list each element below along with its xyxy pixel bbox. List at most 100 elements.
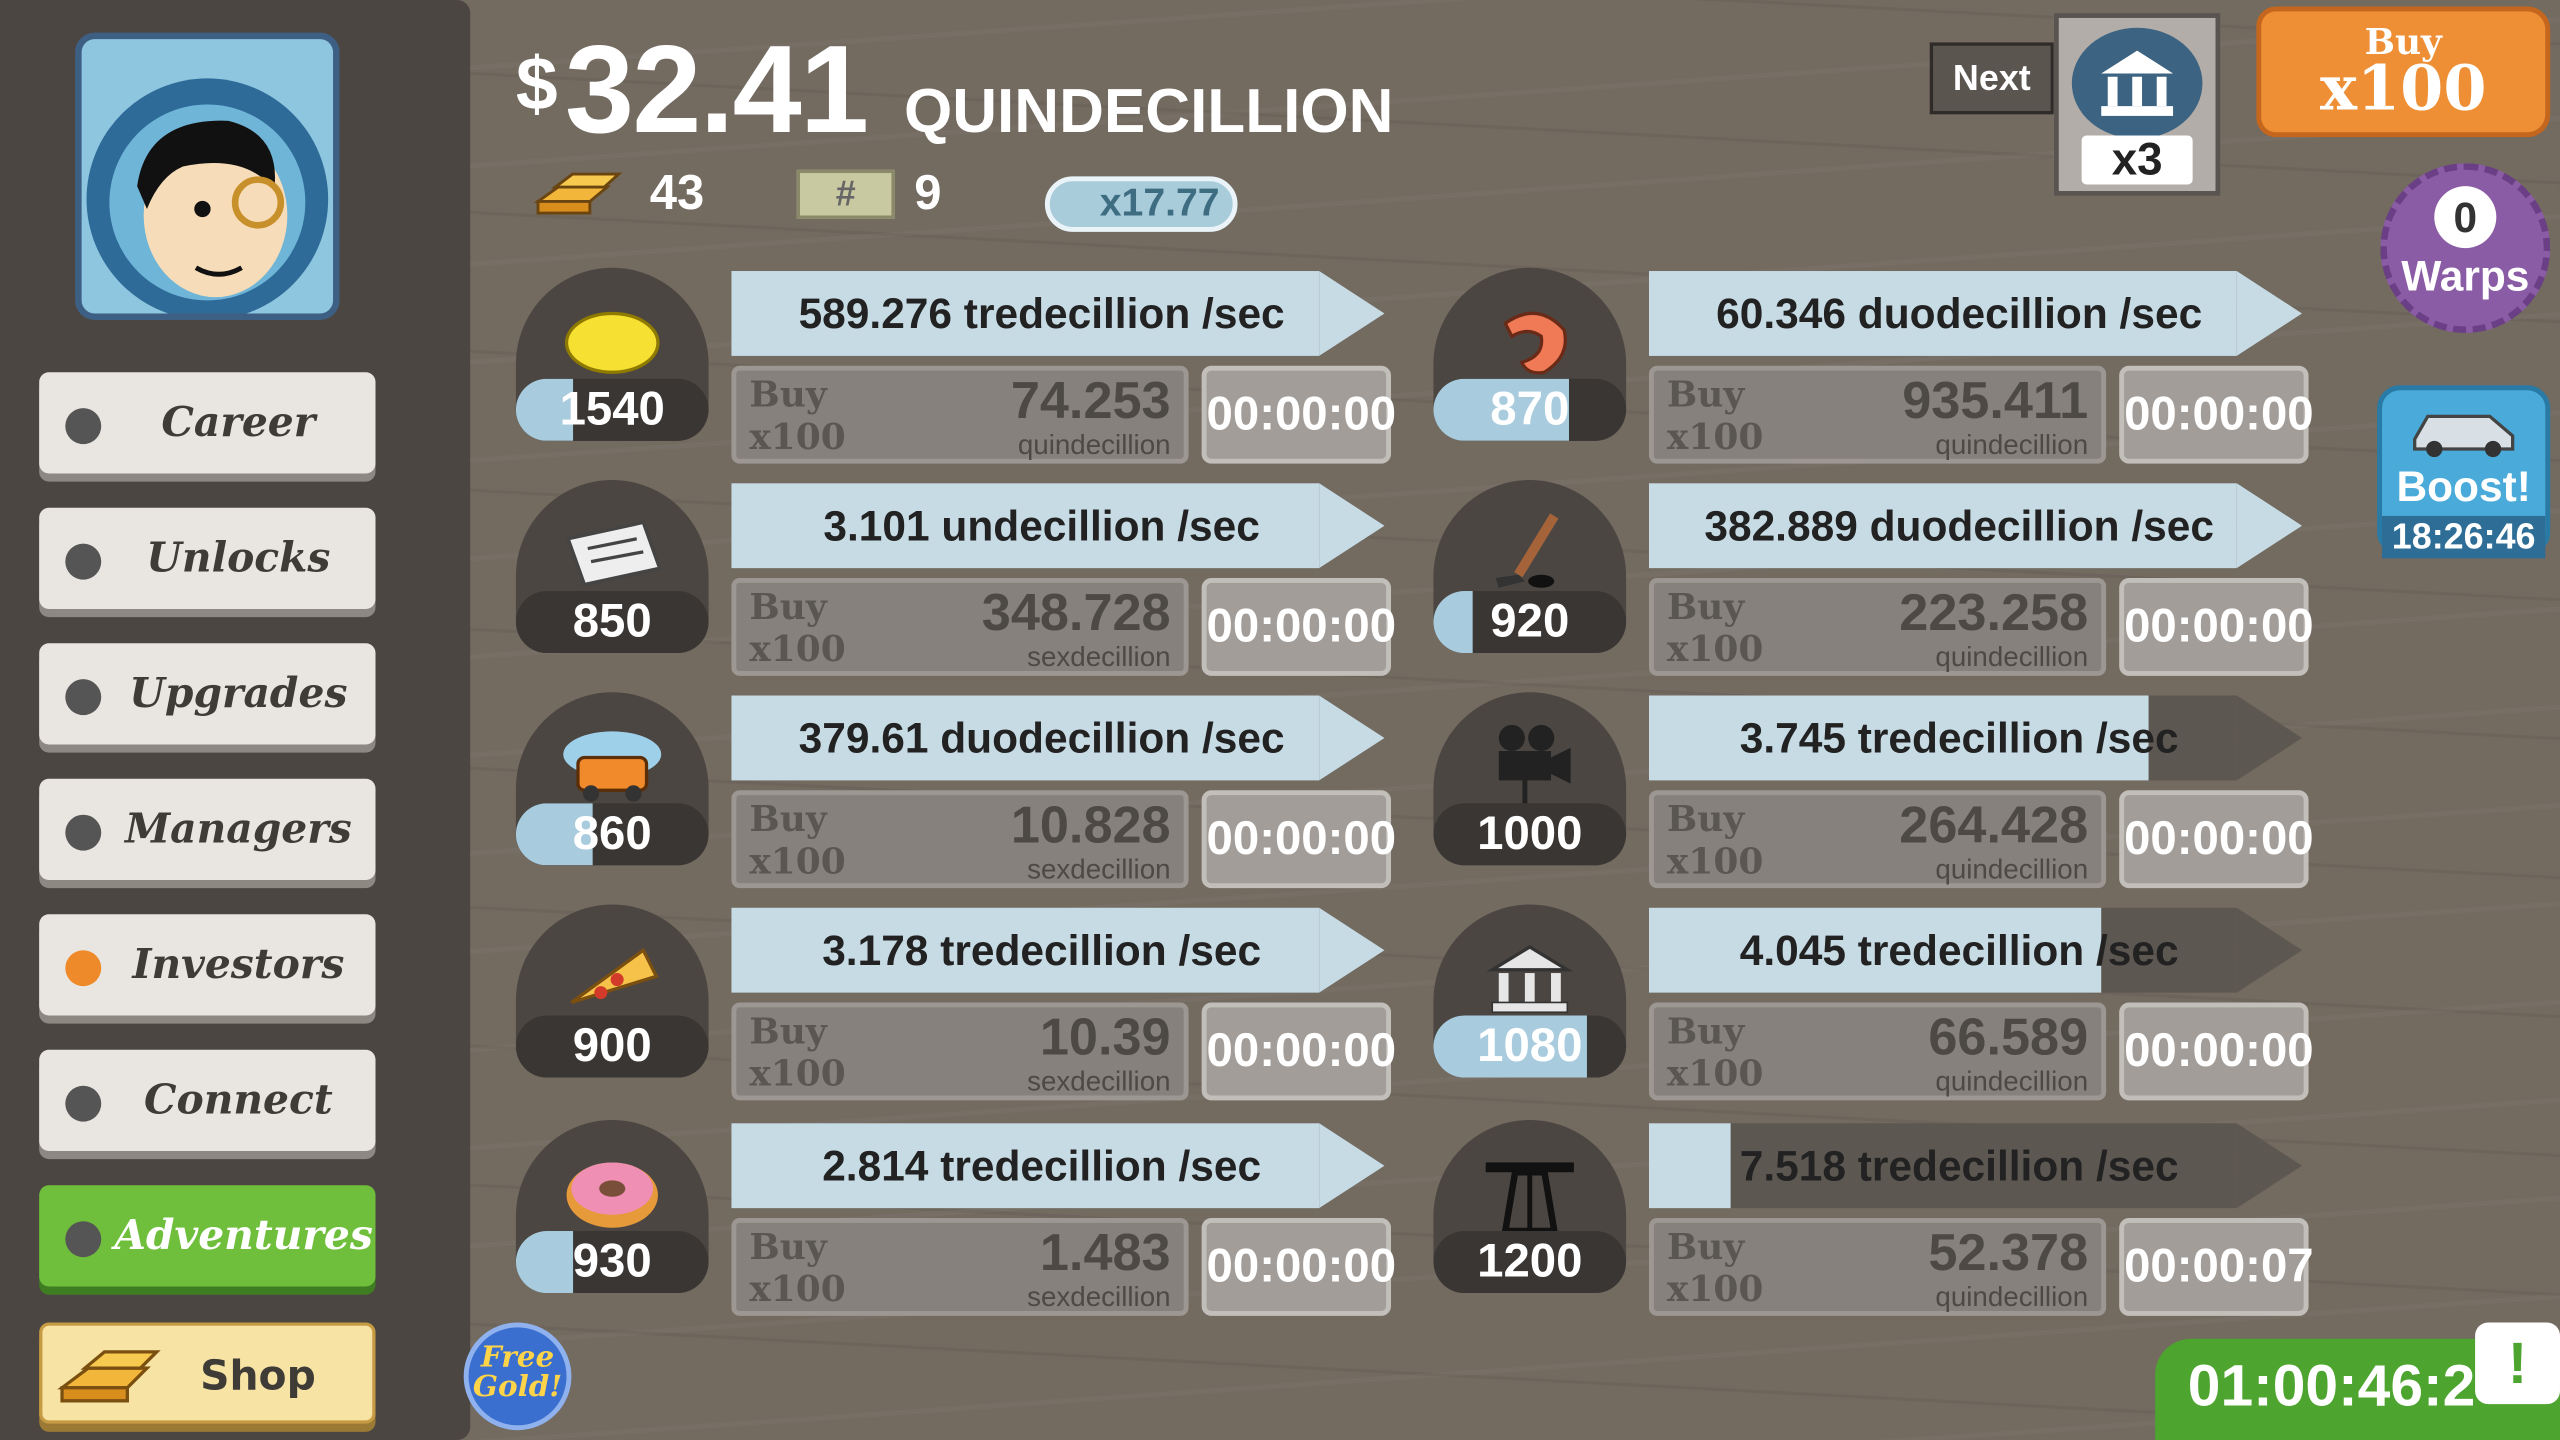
profit-progress-bar[interactable]: 2.814 tredecillion /sec: [731, 1123, 1391, 1209]
hockey-icon: [1495, 513, 1559, 588]
business-timer: 00:00:07: [2119, 1217, 2314, 1316]
next-unlock-card[interactable]: x3: [2053, 13, 2221, 196]
buy-business-button[interactable]: Buy x100 52.378 quindecillion: [1648, 1217, 2107, 1316]
business-row-car-wash: 860 379.61 duodecillion /sec Buy x100 10…: [513, 692, 1396, 889]
buy-cost-unit: sexdecillion: [1027, 1281, 1171, 1313]
owned-count: 1000: [1477, 808, 1583, 861]
buy-business-button[interactable]: Buy x100 348.728 sexdecillion: [731, 577, 1189, 676]
profit-progress-bar[interactable]: 382.889 duodecillion /sec: [1648, 483, 2309, 569]
business-timer: 00:00:00: [2119, 1002, 2314, 1101]
buy-business-button[interactable]: Buy x100 10.39 sexdecillion: [731, 1002, 1189, 1101]
angel-multiplier-value: x17.77: [1099, 181, 1220, 226]
sidebar-item-adventures[interactable]: Adventures: [39, 1185, 376, 1287]
sidebar-item-label: Investors: [132, 940, 345, 988]
business-icon-button[interactable]: 860: [515, 692, 709, 866]
owned-count-pill: 930: [515, 1231, 709, 1294]
sidebar-item-career[interactable]: Career: [39, 372, 376, 474]
buy-word: Buy: [1666, 798, 1745, 841]
sidebar-item-label: Shop: [200, 1351, 316, 1400]
buy-word: Buy: [1666, 373, 1745, 417]
profit-progress-bar[interactable]: 589.276 tredecillion /sec: [731, 271, 1391, 356]
bank-icon: [1486, 945, 1574, 1014]
buy-amount: x100: [1666, 840, 1764, 884]
warps-button[interactable]: 0 Warps: [2380, 163, 2551, 334]
profit-progress-bar[interactable]: 3.745 tredecillion /sec: [1648, 695, 2309, 781]
business-icon-button[interactable]: 850: [515, 479, 709, 654]
buy-cost: 66.589: [1928, 1007, 2089, 1067]
profit-progress-bar[interactable]: 3.178 tredecillion /sec: [731, 907, 1391, 993]
business-icon-button[interactable]: 930: [515, 1119, 709, 1294]
buy-business-button[interactable]: Buy x100 264.428 quindecillion: [1648, 790, 2107, 889]
business-icon-button[interactable]: 870: [1433, 267, 1627, 441]
owned-count-pill: 1000: [1433, 803, 1627, 866]
profit-rate: 589.276 tredecillion /sec: [798, 288, 1285, 338]
buy-business-button[interactable]: Buy x100 66.589 quindecillion: [1648, 1002, 2107, 1101]
player-avatar[interactable]: [75, 32, 340, 320]
owned-count-pill: 920: [1433, 591, 1627, 654]
business-icon-button[interactable]: 920: [1433, 479, 1627, 654]
business-timer: 00:00:00: [2119, 577, 2314, 676]
buy-multiplier-button[interactable]: Buy x100: [2256, 6, 2551, 138]
sidebar-item-upgrades[interactable]: Upgrades: [39, 643, 376, 745]
angel-multiplier-badge[interactable]: x17.77: [1044, 176, 1238, 232]
buy-amount: x100: [749, 840, 846, 884]
owned-count: 930: [572, 1235, 652, 1289]
profit-rate: 60.346 duodecillion /sec: [1716, 288, 2203, 338]
buy-cost: 74.253: [1010, 370, 1171, 430]
sidebar-item-managers[interactable]: Managers: [39, 778, 376, 880]
profit-progress-bar[interactable]: 4.045 tredecillion /sec: [1648, 907, 2309, 993]
profit-rate: 382.889 duodecillion /sec: [1704, 501, 2214, 551]
business-icon-button[interactable]: 900: [515, 904, 709, 1078]
owned-count-pill: 1080: [1433, 1015, 1627, 1078]
buy-word: Buy: [1666, 586, 1745, 629]
sidebar-item-label: Connect: [143, 1075, 333, 1124]
currency-symbol: $: [515, 40, 558, 126]
buy-business-button[interactable]: Buy x100 223.258 quindecillion: [1648, 577, 2107, 676]
buy-cost-unit: quindecillion: [1935, 1281, 2089, 1313]
boost-button[interactable]: Boost! 18:26:46: [2377, 385, 2551, 559]
gold-bars-icon: [533, 172, 623, 215]
game-screen: Career Unlocks Upgrades Managers Investo…: [0, 0, 2560, 1440]
buy-business-button[interactable]: Buy x100 74.253 quindecillion: [731, 365, 1189, 464]
car-wash-icon: [563, 731, 662, 802]
buy-business-button[interactable]: Buy x100 1.483 sexdecillion: [731, 1217, 1189, 1316]
gold-bar-stat: 43: [532, 167, 704, 223]
sidebar-item-investors[interactable]: Investors: [39, 914, 376, 1016]
next-unlock-button[interactable]: Next: [1929, 42, 2054, 115]
sidebar-item-connect[interactable]: Connect: [39, 1049, 376, 1152]
owned-count-pill: 870: [1433, 378, 1627, 441]
buy-word: Buy: [749, 373, 827, 417]
sidebar-item-unlocks[interactable]: Unlocks: [39, 507, 376, 609]
buy-amount: x100: [1666, 628, 1764, 672]
buy-word: Buy: [749, 1010, 827, 1054]
business-icon-button[interactable]: 1200: [1433, 1119, 1627, 1294]
tv-alert-icon[interactable]: !: [2475, 1322, 2560, 1405]
money-amount: 32.41: [564, 21, 869, 160]
buy-business-button[interactable]: Buy x100 10.828 sexdecillion: [731, 790, 1189, 889]
next-label: Next: [1952, 57, 2031, 98]
free-gold-label-1: Free: [480, 1340, 555, 1375]
buy-word: Buy: [1666, 1226, 1745, 1269]
business-icon-button[interactable]: 1080: [1433, 904, 1627, 1078]
gold-bar-count: 43: [649, 166, 705, 221]
business-timer: 00:00:00: [1201, 790, 1396, 889]
free-gold-button[interactable]: Free Gold!: [463, 1322, 572, 1431]
profit-progress-bar[interactable]: 379.61 duodecillion /sec: [731, 695, 1391, 781]
profit-progress-bar[interactable]: 7.518 tredecillion /sec: [1648, 1123, 2309, 1209]
business-icon-button[interactable]: 1540: [515, 267, 709, 441]
buy-business-button[interactable]: Buy x100 935.411 quindecillion: [1648, 365, 2107, 464]
profit-progress-bar[interactable]: 3.101 undecillion /sec: [731, 483, 1391, 569]
business-icon-button[interactable]: 1000: [1433, 692, 1627, 866]
business-row-newspaper: 850 3.101 undecillion /sec Buy x100 348.…: [513, 479, 1396, 676]
profit-progress-bar[interactable]: 60.346 duodecillion /sec: [1648, 271, 2309, 356]
sidebar-item-shop[interactable]: Shop: [39, 1322, 376, 1424]
buy-word: Buy: [749, 798, 827, 841]
ad-timer-text: 01:00:46:2: [2187, 1351, 2476, 1419]
buy-amount: x100: [749, 416, 846, 459]
ad-timer-panel[interactable]: 01:00:46:2 !: [2155, 1322, 2560, 1440]
business-row-hockey: 920 382.889 duodecillion /sec Buy x100 2…: [1430, 479, 2314, 676]
business-row-shrimp: 870 60.346 duodecillion /sec Buy x100 93…: [1430, 267, 2314, 464]
buy-cost: 223.258: [1899, 582, 2089, 642]
owned-count: 920: [1490, 595, 1570, 649]
owned-count-pill: 1200: [1433, 1231, 1627, 1294]
